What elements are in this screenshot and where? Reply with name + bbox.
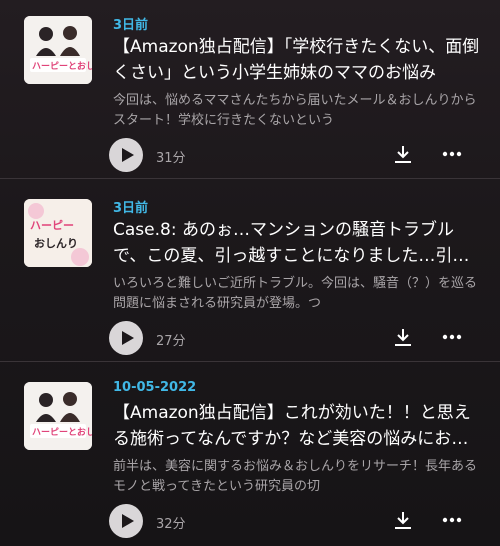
podcast-artwork: ハーピーとおしんりの話 bbox=[24, 16, 92, 84]
podcast-artwork: ハーピー おしんり bbox=[24, 199, 92, 267]
podcast-artwork: ハーピーとおしんりの話 bbox=[24, 382, 92, 450]
episode-date: 3日前 bbox=[113, 201, 149, 216]
episode-title[interactable]: 【Amazon独占配信】これが効いた！！と思える施術ってなんですか？など美容の悩… bbox=[113, 400, 481, 452]
download-icon[interactable] bbox=[392, 326, 414, 348]
episode-duration: 31分 bbox=[156, 151, 186, 166]
play-button[interactable] bbox=[109, 321, 143, 355]
episode-date: 3日前 bbox=[113, 18, 149, 33]
episode-thumbnail[interactable]: ハーピーとおしんりの話 bbox=[24, 16, 92, 84]
episode-title[interactable]: Case.8: あのぉ…マンションの騒音トラブルで、この夏、引っ越すことになりま… bbox=[113, 217, 481, 269]
episode-description[interactable]: いろいろと難しいご近所トラブル。今回は、騒音（？）を巡る問題に悩まされる研究員が… bbox=[113, 274, 481, 314]
svg-text:ハーピーとおしんりの話: ハーピーとおしんりの話 bbox=[32, 426, 92, 438]
svg-text:ハーピーとおしんりの話: ハーピーとおしんりの話 bbox=[32, 60, 92, 72]
divider bbox=[0, 361, 500, 362]
play-button[interactable] bbox=[109, 138, 143, 172]
more-options-icon[interactable] bbox=[440, 509, 464, 531]
more-options-icon[interactable] bbox=[440, 143, 464, 165]
episode-list: ハーピーとおしんりの話 3日前 【Amazon独占配信】「学校行きたくない、面倒… bbox=[0, 0, 500, 546]
episode-duration: 32分 bbox=[156, 517, 186, 532]
episode-date: 10-05-2022 bbox=[113, 380, 197, 395]
episode-item[interactable]: ハーピーとおしんりの話 10-05-2022 【Amazon独占配信】これが効い… bbox=[0, 366, 500, 538]
episode-description[interactable]: 今回は、悩めるママさんたちから届いたメール＆おしんりからスタート！学校に行きたく… bbox=[113, 91, 481, 131]
download-icon[interactable] bbox=[392, 143, 414, 165]
play-button[interactable] bbox=[109, 504, 143, 538]
episode-thumbnail[interactable]: ハーピーとおしんりの話 bbox=[24, 382, 92, 450]
episode-item[interactable]: ハーピー おしんり 3日前 Case.8: あのぉ…マンションの騒音トラブルで、… bbox=[0, 183, 500, 355]
divider bbox=[0, 178, 500, 179]
download-icon[interactable] bbox=[392, 509, 414, 531]
svg-text:ハーピー: ハーピー bbox=[30, 219, 74, 232]
episode-item[interactable]: ハーピーとおしんりの話 3日前 【Amazon独占配信】「学校行きたくない、面倒… bbox=[0, 0, 500, 172]
svg-text:おしんり: おしんり bbox=[34, 237, 78, 250]
episode-thumbnail[interactable]: ハーピー おしんり bbox=[24, 199, 92, 267]
more-options-icon[interactable] bbox=[440, 326, 464, 348]
episode-title[interactable]: 【Amazon独占配信】「学校行きたくない、面倒くさい」という小学生姉妹のママの… bbox=[113, 34, 481, 86]
episode-duration: 27分 bbox=[156, 334, 186, 349]
episode-description[interactable]: 前半は、美容に関するお悩み＆おしんりをリサーチ！長年あるモノと戦ってきたという研… bbox=[113, 457, 481, 497]
